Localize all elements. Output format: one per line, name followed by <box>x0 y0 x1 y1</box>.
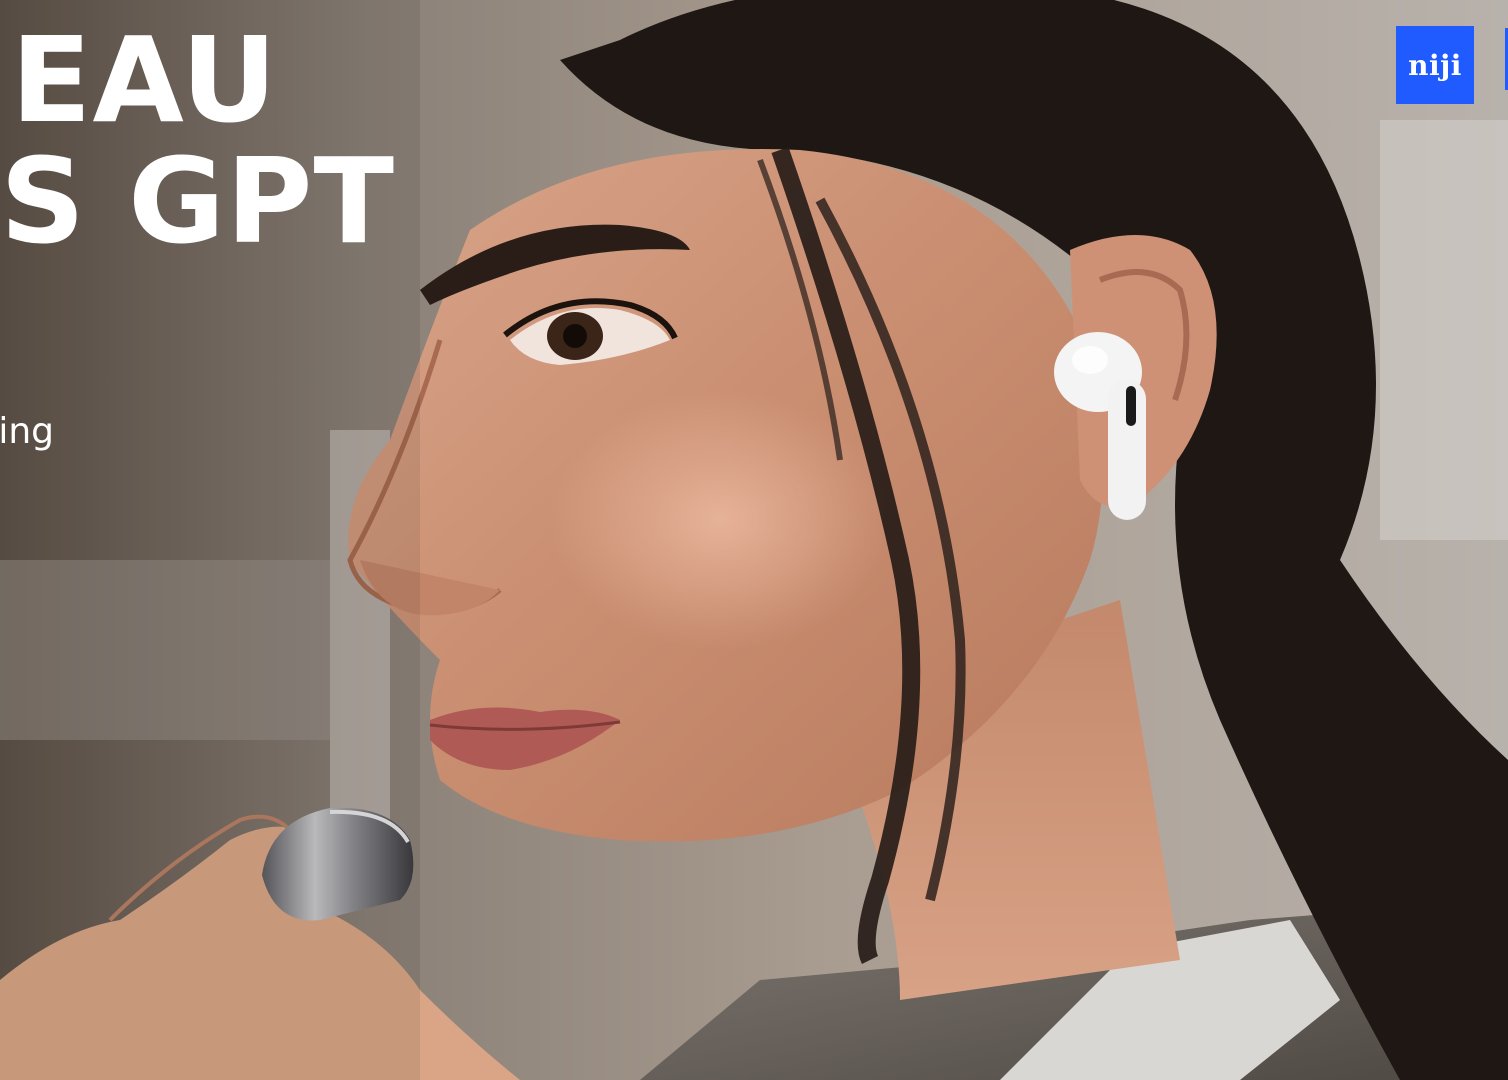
subheadline: Smart ring <box>0 411 54 452</box>
logo-text: niji <box>1408 48 1462 82</box>
hero-banner: ANNEAU SELLES GPT Smart ring niji <box>0 0 1508 1080</box>
niji-logo[interactable]: niji <box>1396 26 1474 104</box>
headline-line-2: SELLES GPT <box>0 132 395 270</box>
headline-line-1: ANNEAU <box>0 11 278 149</box>
